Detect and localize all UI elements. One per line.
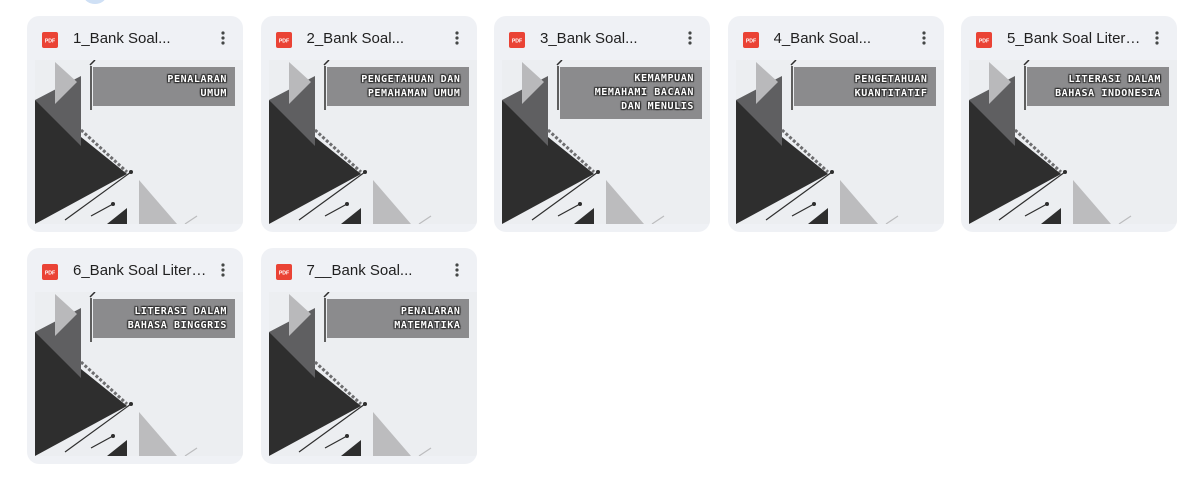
file-card[interactable]: PDF 4_Bank Soal... PENGETAHUAN KUANTITAT… [727,16,944,232]
more-actions-button[interactable] [209,24,237,52]
file-name: 5_Bank Soal Literas... [1007,30,1147,47]
file-card[interactable]: PDF 1_Bank Soal... PENALARAN UMUM [27,16,243,232]
cover-title-banner: PENALARAN MATEMATIKA [326,299,469,338]
file-card[interactable]: PDF 2_Bank Soal... PENGETAHUAN DAN PEMAH… [260,16,477,232]
file-card-header: PDF 7__Bank Soal... [261,248,477,292]
more-actions-button[interactable] [910,24,938,52]
cover-title-banner: PENGETAHUAN DAN PEMAHAMAN UMUM [326,67,469,106]
more-vertical-icon [221,31,225,45]
svg-text:PDF: PDF [278,271,288,277]
cover-title: PENALARAN MATEMATIKA [394,305,461,331]
more-vertical-icon [221,263,225,277]
file-name: 7__Bank Soal... [306,262,413,279]
svg-text:PDF: PDF [45,39,55,45]
cover-title: PENALARAN UMUM [167,73,227,99]
more-actions-button[interactable] [209,256,237,284]
svg-text:PDF: PDF [979,39,989,45]
more-vertical-icon [1155,31,1159,45]
cover-title: PENGETAHUAN DAN PEMAHAMAN UMUM [361,73,461,99]
file-card-header: PDF 4_Bank Soal... [728,16,944,60]
cover-title: LITERASI DALAM BAHASA INDONESIA [1055,73,1161,99]
file-name: 2_Bank Soal... [306,30,405,47]
file-thumbnail[interactable]: PENALARAN UMUM [35,60,243,224]
cover-title-banner: PENGETAHUAN KUANTITATIF [793,67,936,106]
file-thumbnail[interactable]: KEMAMPUAN MEMAHAMI BACAAN DAN MENULIS [502,60,710,224]
more-vertical-icon [688,31,692,45]
file-name: 4_Bank Soal... [773,30,872,47]
file-thumbnail[interactable]: LITERASI DALAM BAHASA BINGGRIS [35,292,243,456]
pdf-file-icon: PDF [42,32,58,48]
pdf-file-icon: PDF [976,32,992,48]
file-card-header: PDF 3_Bank Soal... [494,16,710,60]
svg-text:PDF: PDF [45,271,55,277]
file-card-header: PDF 5_Bank Soal Literas... [961,16,1177,60]
file-card-header: PDF 2_Bank Soal... [261,16,477,60]
more-vertical-icon [454,31,459,45]
svg-text:PDF: PDF [278,39,288,45]
pdf-file-icon: PDF [742,32,759,48]
svg-text:PDF: PDF [745,39,755,45]
cover-title-banner: LITERASI DALAM BAHASA BINGGRIS [93,299,235,338]
file-name: 1_Bank Soal... [73,30,171,47]
cover-title: KEMAMPUAN MEMAHAMI BACAAN DAN MENULIS [594,73,694,112]
cover-title: LITERASI DALAM BAHASA BINGGRIS [127,305,227,331]
svg-text:PDF: PDF [512,39,522,45]
file-thumbnail[interactable]: PENGETAHUAN DAN PEMAHAMAN UMUM [268,60,477,224]
file-card[interactable]: PDF 6_Bank Soal Literas... LITERASI DALA… [27,248,243,464]
pdf-file-icon: PDF [275,264,292,280]
file-thumbnail[interactable]: PENGETAHUAN KUANTITATIF [735,60,944,224]
file-card[interactable]: PDF 5_Bank Soal Literas... LITERASI DALA… [961,16,1177,232]
cover-title-banner: PENALARAN UMUM [93,67,235,106]
pdf-file-icon: PDF [42,264,58,280]
pdf-file-icon: PDF [509,32,525,48]
more-actions-button[interactable] [676,24,704,52]
file-card[interactable]: PDF 3_Bank Soal... KEMAMPUAN MEMAHAMI BA… [494,16,710,232]
more-vertical-icon [454,263,459,277]
file-card[interactable]: PDF 7__Bank Soal... PENALARAN MATEMATIKA [260,248,477,464]
file-card-header: PDF 6_Bank Soal Literas... [27,248,243,292]
file-thumbnail[interactable]: PENALARAN MATEMATIKA [268,292,477,456]
file-name: 3_Bank Soal... [540,30,638,47]
cover-title-banner: LITERASI DALAM BAHASA INDONESIA [1027,67,1169,106]
file-thumbnail[interactable]: LITERASI DALAM BAHASA INDONESIA [969,60,1177,224]
cover-title: PENGETAHUAN KUANTITATIF [854,73,928,99]
more-actions-button[interactable] [443,24,471,52]
more-actions-button[interactable] [1143,24,1171,52]
cover-title-banner: KEMAMPUAN MEMAHAMI BACAAN DAN MENULIS [560,67,702,119]
pdf-file-icon: PDF [275,32,292,48]
file-card-header: PDF 1_Bank Soal... [27,16,243,60]
more-vertical-icon [921,31,926,45]
file-grid: PDF 1_Bank Soal... PENALARAN UMUM PDF 2_… [27,16,1177,464]
more-actions-button[interactable] [443,256,471,284]
file-name: 6_Bank Soal Literas... [73,262,213,279]
partial-avatar-stub [84,0,106,4]
